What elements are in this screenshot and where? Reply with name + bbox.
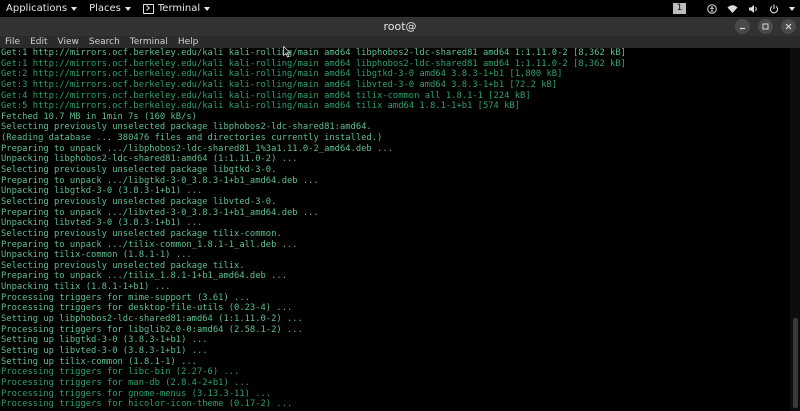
terminal-line: Selecting previously unselected package … bbox=[1, 122, 372, 133]
terminal-line: Processing triggers for libc-bin (2.27-6… bbox=[1, 367, 240, 378]
terminal-line: Processing triggers for mime-support (3.… bbox=[1, 292, 250, 303]
terminal-line: Setting up libgtkd-3-0 (3.8.3-1+b1) ... bbox=[1, 335, 208, 346]
system-tray: 1 bbox=[673, 0, 800, 17]
terminal-line: Unpacking libgtkd-3-0 (3.8.3-1+b1) ... bbox=[1, 186, 203, 197]
top-panel: Applications Places Terminal 1 bbox=[0, 0, 800, 17]
mouse-cursor-icon bbox=[283, 46, 291, 58]
terminal-line: Preparing to unpack .../libphobos2-ldc-s… bbox=[1, 143, 393, 154]
power-icon[interactable] bbox=[769, 4, 779, 14]
terminal-line: Preparing to unpack .../tilix_1.8.1-1+b1… bbox=[1, 271, 287, 282]
places-menu[interactable]: Places bbox=[83, 0, 137, 17]
terminal-line: Unpacking libvted-3-0 (3.8.3-1+b1) ... bbox=[1, 218, 203, 229]
terminal-line: Get:1 http://mirrors.ocf.berkeley.edu/ka… bbox=[1, 58, 626, 69]
terminal-line: Setting up tilix-common (1.8.1-1) ... bbox=[1, 356, 197, 367]
terminal-line: Preparing to unpack .../libgtkd-3-0_3.8.… bbox=[1, 175, 319, 186]
wifi-icon[interactable] bbox=[727, 4, 738, 14]
menu-help[interactable]: Help bbox=[173, 36, 204, 48]
window-titlebar[interactable]: root@ bbox=[0, 17, 800, 36]
terminal-line: Processing triggers for man-db (2.8.4-2+… bbox=[1, 377, 250, 388]
terminal-output[interactable]: Get:1 http://mirrors.ocf.berkeley.edu/ka… bbox=[0, 48, 790, 411]
maximize-button[interactable] bbox=[758, 19, 773, 34]
terminal-menubar: File Edit View Search Terminal Help bbox=[0, 36, 800, 48]
workspace-indicator[interactable]: 1 bbox=[673, 3, 686, 14]
terminal-scrollbar[interactable] bbox=[790, 48, 800, 411]
places-menu-label: Places bbox=[89, 3, 121, 14]
applications-menu-label: Applications bbox=[6, 3, 68, 14]
terminal-app-menu-label: Terminal bbox=[157, 3, 201, 14]
terminal-line: Unpacking tilix-common (1.8.1-1) ... bbox=[1, 250, 192, 261]
terminal-line: Selecting previously unselected package … bbox=[1, 260, 245, 271]
chevron-down-icon[interactable] bbox=[789, 6, 795, 11]
menu-view[interactable]: View bbox=[53, 36, 84, 48]
terminal-line: Fetched 10.7 MB in 1min 7s (160 kB/s) bbox=[1, 111, 197, 122]
chevron-down-icon bbox=[124, 6, 131, 11]
terminal-line: Get:2 http://mirrors.ocf.berkeley.edu/ka… bbox=[1, 69, 563, 80]
terminal-line: Get:5 http://mirrors.ocf.berkeley.edu/ka… bbox=[1, 101, 521, 112]
window-title: root@ bbox=[383, 20, 417, 33]
terminal-line: Selecting previously unselected package … bbox=[1, 228, 282, 239]
close-icon bbox=[785, 23, 792, 30]
chevron-down-icon bbox=[204, 6, 211, 11]
terminal-line: Get:4 http://mirrors.ocf.berkeley.edu/ka… bbox=[1, 90, 531, 101]
terminal-line: Selecting previously unselected package … bbox=[1, 196, 277, 207]
terminal-app-menu[interactable]: Terminal bbox=[137, 0, 216, 17]
speaker-icon[interactable] bbox=[748, 4, 759, 14]
scrollbar-thumb[interactable] bbox=[793, 318, 798, 408]
close-button[interactable] bbox=[781, 19, 796, 34]
terminal-line: Setting up libvted-3-0 (3.8.3-1+b1) ... bbox=[1, 345, 208, 356]
terminal-line: Get:1 http://mirrors.ocf.berkeley.edu/ka… bbox=[1, 48, 626, 58]
terminal-line: Get:3 http://mirrors.ocf.berkeley.edu/ka… bbox=[1, 79, 558, 90]
minimize-button[interactable] bbox=[735, 19, 750, 34]
chevron-down-icon bbox=[71, 6, 78, 11]
terminal-line: Selecting previously unselected package … bbox=[1, 165, 277, 176]
window-controls bbox=[727, 19, 796, 34]
menu-search[interactable]: Search bbox=[84, 36, 125, 48]
minimize-icon bbox=[740, 27, 745, 30]
terminal-line: Processing triggers for gnome-menus (3.1… bbox=[1, 388, 272, 399]
accessibility-icon[interactable] bbox=[707, 3, 717, 14]
terminal-line: Processing triggers for hicolor-icon-the… bbox=[1, 399, 293, 410]
terminal-line: Preparing to unpack .../tilix-common_1.8… bbox=[1, 239, 298, 250]
menu-file[interactable]: File bbox=[0, 36, 25, 48]
terminal-line: Processing triggers for desktop-file-uti… bbox=[1, 303, 293, 314]
terminal-line: Unpacking libphobos2-ldc-shared81:amd64 … bbox=[1, 154, 298, 165]
applications-menu[interactable]: Applications bbox=[0, 0, 83, 17]
terminal-line: (Reading database ... 380476 files and d… bbox=[1, 133, 383, 144]
terminal-line: Setting up libphobos2-ldc-shared81:amd64… bbox=[1, 314, 303, 325]
terminal-line: Unpacking tilix (1.8.1-1+b1) ... bbox=[1, 282, 171, 293]
terminal-line: Processing triggers for libglib2.0-0:amd… bbox=[1, 324, 303, 335]
terminal-line: Preparing to unpack .../libvted-3-0_3.8.… bbox=[1, 207, 319, 218]
maximize-icon bbox=[762, 23, 769, 30]
menu-edit[interactable]: Edit bbox=[25, 36, 52, 48]
terminal-icon bbox=[142, 3, 154, 14]
menu-terminal[interactable]: Terminal bbox=[125, 36, 173, 48]
